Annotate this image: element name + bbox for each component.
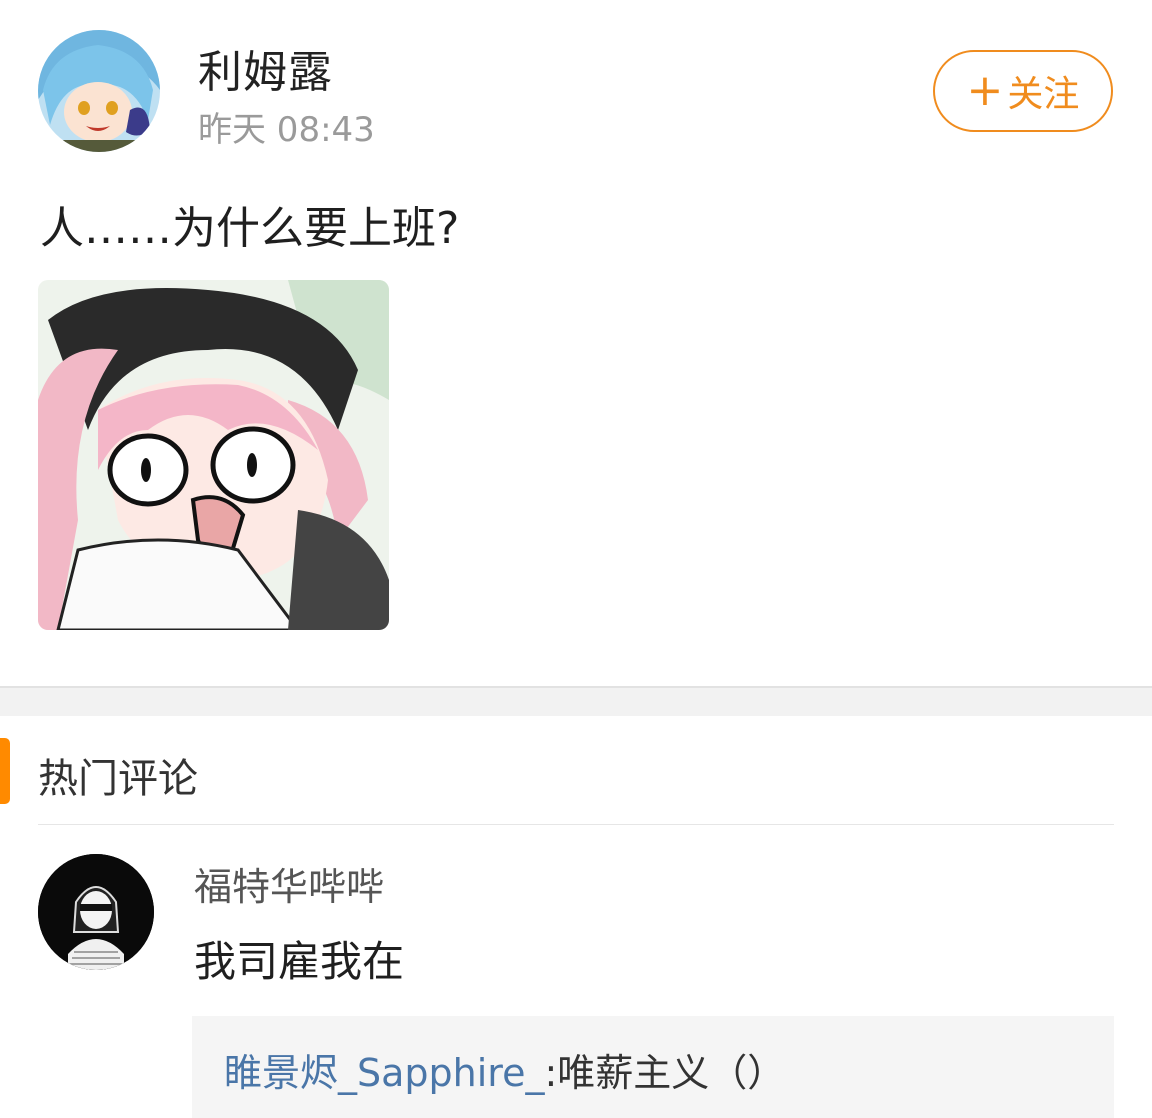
follow-button-label: 关注 <box>1007 74 1080 115</box>
reply-text: :唯薪主义（） <box>544 1051 786 1095</box>
section-gap <box>0 688 1152 716</box>
hot-comments-title: 热门评论 <box>38 756 198 802</box>
reply-line: 睢景烬_Sapphire_:唯薪主义（） <box>224 1042 785 1097</box>
post-text: 人……为什么要上班? <box>40 203 460 254</box>
post-timestamp: 昨天 08:43 <box>198 110 375 150</box>
reply-box[interactable]: 睢景烬_Sapphire_:唯薪主义（） <box>192 1016 1114 1118</box>
comment-avatar[interactable] <box>38 854 154 970</box>
post-image[interactable] <box>38 280 389 630</box>
plus-icon: + <box>966 65 1004 116</box>
follow-button[interactable]: + 关注 <box>933 50 1113 132</box>
comment-text: 我司雇我在 <box>194 937 405 986</box>
post-card: 利姆露 昨天 08:43 + 关注 人……为什么要上班? <box>0 0 1152 686</box>
author-avatar[interactable] <box>38 30 160 152</box>
author-name[interactable]: 利姆露 <box>198 36 333 100</box>
section-accent-bar <box>0 738 10 804</box>
comment-username[interactable]: 福特华哔哔 <box>194 856 384 911</box>
reply-username[interactable]: 睢景烬_Sapphire_ <box>224 1051 544 1095</box>
comments-separator <box>38 824 1114 825</box>
